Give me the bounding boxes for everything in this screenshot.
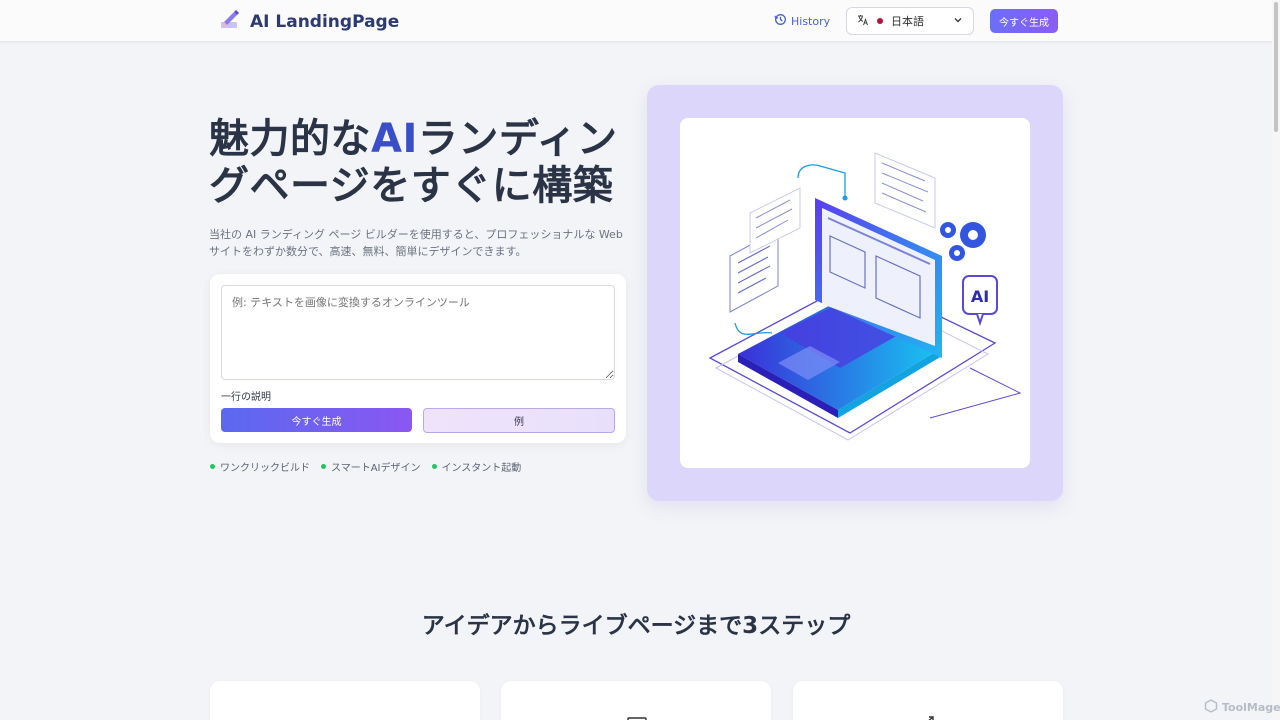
step-card xyxy=(210,681,480,720)
feature-label: インスタント起動 xyxy=(441,463,522,474)
page-scrollbar[interactable] xyxy=(1272,0,1280,720)
language-label: 日本語 xyxy=(891,15,924,28)
green-dot-icon xyxy=(321,464,326,469)
hero-illustration: AI xyxy=(680,118,1030,468)
hero-title: 魅力的なAIランディングページをすぐに構築 xyxy=(209,116,629,210)
translate-icon xyxy=(857,14,869,29)
feature-item: インスタント起動 xyxy=(431,459,522,474)
hero-subtitle: 当社の AI ランディング ページ ビルダーを使用すると、プロフェッショナルな … xyxy=(209,228,623,258)
scrollbar-thumb[interactable] xyxy=(1274,2,1278,132)
ai-badge-label: AI xyxy=(971,287,989,306)
description-input[interactable] xyxy=(221,285,615,380)
steps-section-title: アイデアからライブページまで3ステップ xyxy=(421,613,851,639)
green-dot-icon xyxy=(431,464,437,469)
document-icon xyxy=(627,714,647,720)
language-select[interactable]: 日本語 xyxy=(846,7,974,35)
japan-flag-icon xyxy=(877,18,883,24)
rocket-icon xyxy=(919,712,935,720)
hero-title-part1: 魅力的な xyxy=(209,116,371,162)
hexagon-logo-icon xyxy=(1204,699,1218,716)
brand-logo-icon xyxy=(218,8,242,36)
feature-label: ワンクリックビルド xyxy=(220,463,310,474)
brand-name: AI LandingPage xyxy=(250,12,400,32)
feature-list: ワンクリックビルド スマートAIデザイン インスタント起動 xyxy=(210,459,521,474)
laptop-illustration: AI xyxy=(708,152,1022,441)
input-hint: 一行の説明 xyxy=(221,392,271,403)
example-button[interactable]: 例 xyxy=(423,408,615,433)
history-icon xyxy=(774,13,787,29)
brand[interactable]: AI LandingPage xyxy=(218,8,399,36)
watermark-label: ToolMage xyxy=(1222,701,1280,714)
chevron-down-icon xyxy=(953,15,963,28)
history-link[interactable]: History xyxy=(774,13,830,29)
hero-illustration-frame: AI xyxy=(647,85,1063,501)
step-card xyxy=(793,681,1063,720)
history-label: History xyxy=(791,14,831,28)
feature-item: スマートAIデザイン xyxy=(321,459,421,474)
watermark: ToolMage xyxy=(1204,699,1280,716)
step-card xyxy=(501,681,771,720)
header-generate-button[interactable]: 今すぐ生成 xyxy=(990,9,1058,33)
top-navbar: AI LandingPage History 日本語 今すぐ生成 xyxy=(0,0,1272,42)
feature-label: スマートAIデザイン xyxy=(331,463,421,474)
generate-button[interactable]: 今すぐ生成 xyxy=(221,408,412,432)
hero-title-accent: AI xyxy=(371,116,418,162)
generator-card: 一行の説明 今すぐ生成 例 xyxy=(210,274,626,443)
feature-item: ワンクリックビルド xyxy=(210,459,310,474)
green-dot-icon xyxy=(210,464,215,469)
